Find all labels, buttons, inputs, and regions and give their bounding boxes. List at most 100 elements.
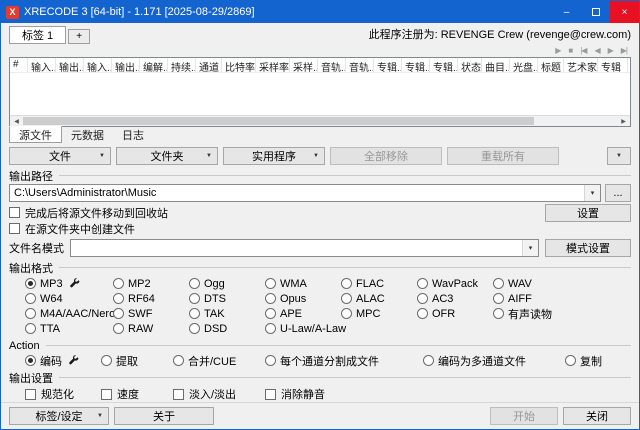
format-option-wav[interactable]: WAV <box>493 277 631 290</box>
presets-menu-button[interactable]: 标签/设定 ▼ <box>9 407 109 425</box>
action-option-extract[interactable]: 提取 <box>101 354 173 367</box>
column-header[interactable]: 专辑... <box>402 58 430 72</box>
format-option-audiobook[interactable]: 有声读物 <box>493 307 631 320</box>
format-option-ulaw[interactable]: U-Law/A-Law <box>265 322 341 335</box>
action-option-copy[interactable]: 复制 <box>565 354 631 367</box>
column-header[interactable]: 输出... <box>56 58 84 72</box>
format-option-mp3[interactable]: MP3 <box>25 277 113 290</box>
tab-source-files[interactable]: 源文件 <box>9 126 62 143</box>
format-option-mpc[interactable]: MPC <box>341 307 417 320</box>
maximize-icon[interactable] <box>581 1 610 23</box>
radio-icon <box>493 293 504 304</box>
column-header[interactable]: # <box>10 58 28 72</box>
tab-metadata[interactable]: 元数据 <box>62 127 113 143</box>
chevron-down-icon[interactable]: ▾ <box>522 240 538 256</box>
browse-button[interactable]: ... <box>605 184 631 202</box>
reload-all-button[interactable]: 重载所有 <box>447 147 559 165</box>
utilities-menu-button[interactable]: 实用程序 ▼ <box>223 147 325 165</box>
format-option-ac3[interactable]: AC3 <box>417 292 493 305</box>
column-header[interactable]: 标题 <box>538 58 564 72</box>
format-option-raw[interactable]: RAW <box>113 322 189 335</box>
column-header[interactable]: 比特率 <box>222 58 256 72</box>
format-option-swf[interactable]: SWF <box>113 307 189 320</box>
action-option-merge-cue[interactable]: 合并/CUE <box>173 354 265 367</box>
column-header[interactable]: 音轨... <box>346 58 374 72</box>
column-header[interactable]: 持续... <box>168 58 196 72</box>
format-option-dsd[interactable]: DSD <box>189 322 265 335</box>
format-option-tak[interactable]: TAK <box>189 307 265 320</box>
pattern-settings-button[interactable]: 模式设置 <box>545 239 631 257</box>
filename-pattern-input[interactable] <box>71 240 522 256</box>
action-option-multichannel[interactable]: 编码为多通道文件 <box>423 354 565 367</box>
column-header[interactable]: 输入... <box>84 58 112 72</box>
wrench-icon[interactable] <box>69 278 80 289</box>
column-header[interactable]: 输入... <box>28 58 56 72</box>
remove-all-button[interactable]: 全部移除 <box>330 147 442 165</box>
format-option-ogg[interactable]: Ogg <box>189 277 265 290</box>
action-option-split-channels[interactable]: 每个通道分割成文件 <box>265 354 423 367</box>
column-header[interactable]: 采样率 <box>256 58 290 72</box>
action-option-encode[interactable]: 编码 <box>25 354 101 367</box>
column-header[interactable]: 通道 <box>196 58 222 72</box>
format-option-mp2[interactable]: MP2 <box>113 277 189 290</box>
format-option-wavpack[interactable]: WavPack <box>417 277 493 290</box>
folder-menu-button[interactable]: 文件夹 ▼ <box>116 147 218 165</box>
output-path-input[interactable] <box>10 185 584 201</box>
format-option-m4a[interactable]: M4A/AAC/Nero <box>25 307 113 320</box>
format-option-dts[interactable]: DTS <box>189 292 265 305</box>
format-option-alac[interactable]: ALAC <box>341 292 417 305</box>
tab-label-1[interactable]: 标签 1 <box>9 26 66 44</box>
move-to-recycle-checkbox[interactable]: 完成后将源文件移动到回收站 <box>9 205 168 221</box>
fade-checkbox[interactable]: 淡入/淡出 <box>173 386 265 402</box>
file-menu-button[interactable]: 文件 ▼ <box>9 147 111 165</box>
normalize-checkbox[interactable]: 规范化 <box>25 386 101 402</box>
radio-icon <box>189 308 200 319</box>
rewind-icon[interactable]: ◀ <box>594 46 599 55</box>
column-header[interactable]: 输出... <box>112 58 140 72</box>
prev-track-icon[interactable]: |◀ <box>580 46 586 55</box>
format-option-rf64[interactable]: RF64 <box>113 292 189 305</box>
format-option-flac[interactable]: FLAC <box>341 277 417 290</box>
format-option-wma[interactable]: WMA <box>265 277 341 290</box>
column-header[interactable]: 专辑... <box>430 58 458 72</box>
start-button[interactable]: 开始 <box>490 407 558 425</box>
minimize-icon[interactable]: – <box>552 1 581 23</box>
column-header[interactable]: 光盘... <box>510 58 538 72</box>
format-option-ofr[interactable]: OFR <box>417 307 493 320</box>
chevron-down-icon[interactable]: ▾ <box>584 185 600 201</box>
format-option-tta[interactable]: TTA <box>25 322 113 335</box>
scrollbar-thumb[interactable] <box>23 117 534 125</box>
output-settings-label: 输出设置 <box>9 370 53 386</box>
silence-removal-checkbox[interactable]: 消除静音 <box>265 386 631 402</box>
play-icon[interactable]: ▶ <box>555 46 560 55</box>
speed-checkbox[interactable]: 速度 <box>101 386 173 402</box>
tab-log[interactable]: 日志 <box>113 127 153 143</box>
next-track-icon[interactable]: ▶| <box>621 46 627 55</box>
format-option-aiff[interactable]: AIFF <box>493 292 631 305</box>
about-button[interactable]: 关于 <box>114 407 214 425</box>
column-header[interactable]: 专辑... <box>374 58 402 72</box>
wrench-icon[interactable] <box>68 355 79 366</box>
column-header[interactable]: 采样... <box>290 58 318 72</box>
scroll-left-icon[interactable]: ◀ <box>10 118 23 125</box>
settings-button[interactable]: 设置 <box>545 204 631 222</box>
add-tab-button[interactable]: + <box>68 29 90 44</box>
format-option-w64[interactable]: W64 <box>25 292 113 305</box>
column-header[interactable]: 状态 <box>458 58 482 72</box>
stop-icon[interactable]: ■ <box>568 46 572 55</box>
forward-icon[interactable]: ▶ <box>608 46 613 55</box>
format-option-ape[interactable]: APE <box>265 307 341 320</box>
more-options-button[interactable]: ▼ <box>607 147 631 165</box>
column-header[interactable]: 音轨... <box>318 58 346 72</box>
column-header[interactable]: 曲目... <box>482 58 510 72</box>
column-header[interactable]: 艺术家 <box>564 58 598 72</box>
file-list: # 输入... 输出... 输入... 输出... 编解... 持续... 通道… <box>9 57 631 127</box>
create-in-source-checkbox[interactable]: 在源文件夹中创建文件 <box>9 221 135 237</box>
column-header[interactable]: 专辑 <box>598 58 628 72</box>
format-option-opus[interactable]: Opus <box>265 292 341 305</box>
scroll-right-icon[interactable]: ▶ <box>617 118 630 125</box>
close-icon[interactable]: × <box>610 1 639 23</box>
scrollbar-track[interactable] <box>23 116 617 126</box>
column-header[interactable]: 编解... <box>140 58 168 72</box>
close-button[interactable]: 关闭 <box>563 407 631 425</box>
